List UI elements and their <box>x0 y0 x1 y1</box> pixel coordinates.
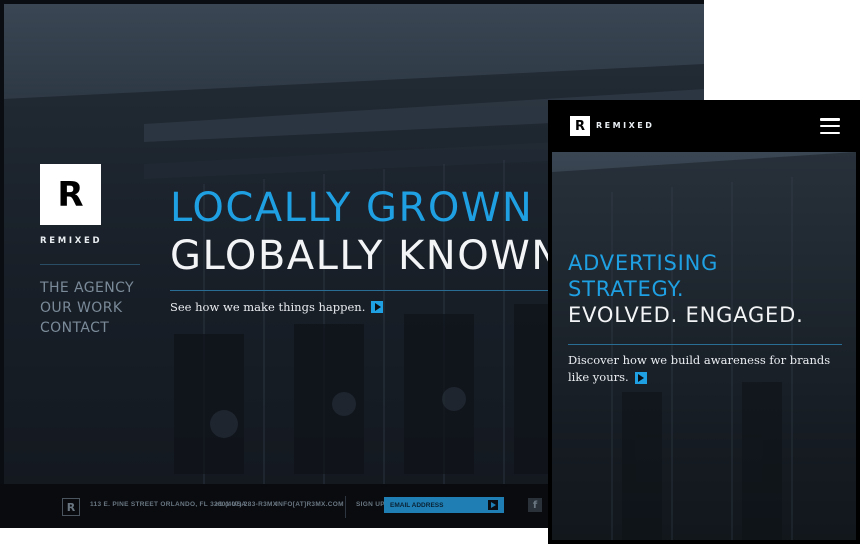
mobile-hero-cta-link[interactable]: Discover how we build awareness for bran… <box>568 352 838 386</box>
nav-item-contact[interactable]: CONTACT <box>40 318 134 338</box>
mobile-hero-headline-line1: ADVERTISING <box>568 251 719 275</box>
mobile-play-arrow-icon[interactable] <box>634 372 647 384</box>
brand-wordmark: REMIXED <box>40 236 103 246</box>
nav-divider <box>40 264 140 265</box>
footer-divider <box>345 496 346 518</box>
hamburger-menu-icon[interactable] <box>820 118 840 134</box>
footer-phone[interactable]: +1 (407) 283-R3MX <box>215 501 277 508</box>
newsletter-form <box>384 497 504 513</box>
hero-headline-line1: LOCALLY GROWN <box>170 185 534 231</box>
main-nav: THE AGENCY OUR WORK CONTACT <box>40 278 134 338</box>
hero-divider <box>170 290 570 291</box>
mobile-brand-wordmark: REMIXED <box>596 121 655 130</box>
mobile-hero-headline-line2: STRATEGY. <box>568 277 685 301</box>
footer-signup-label: SIGN UP <box>356 501 385 508</box>
newsletter-submit-arrow-icon[interactable] <box>488 500 498 510</box>
mobile-header: R REMIXED <box>548 100 860 152</box>
nav-item-the-agency[interactable]: THE AGENCY <box>40 278 134 298</box>
mobile-hero-divider <box>568 344 842 345</box>
facebook-icon[interactable]: f <box>528 498 542 512</box>
newsletter-email-input[interactable] <box>390 499 482 511</box>
hero-cta-label: See how we make things happen. <box>170 300 366 314</box>
footer-email[interactable]: INFO[AT]R3MX.COM <box>276 501 344 508</box>
mobile-hero <box>552 152 856 540</box>
mobile-hero-cta-label: Discover how we build awareness for bran… <box>568 353 831 384</box>
footer-logo-mark[interactable]: R <box>62 498 80 516</box>
mobile-hero-headline-line3: EVOLVED. ENGAGED. <box>568 303 804 327</box>
mobile-building-background-image <box>552 152 856 540</box>
hero-cta-link[interactable]: See how we make things happen. <box>170 300 384 314</box>
mobile-mockup: R REMIXED ADVERTISING STRATEGY. EVOLVED.… <box>548 100 860 544</box>
hero-headline-line2: GLOBALLY KNOWN <box>170 233 563 279</box>
nav-item-our-work[interactable]: OUR WORK <box>40 298 134 318</box>
mobile-brand-logo-mark[interactable]: R <box>570 116 590 136</box>
brand-logo-mark[interactable]: R <box>40 164 101 225</box>
play-arrow-icon[interactable] <box>371 301 384 313</box>
